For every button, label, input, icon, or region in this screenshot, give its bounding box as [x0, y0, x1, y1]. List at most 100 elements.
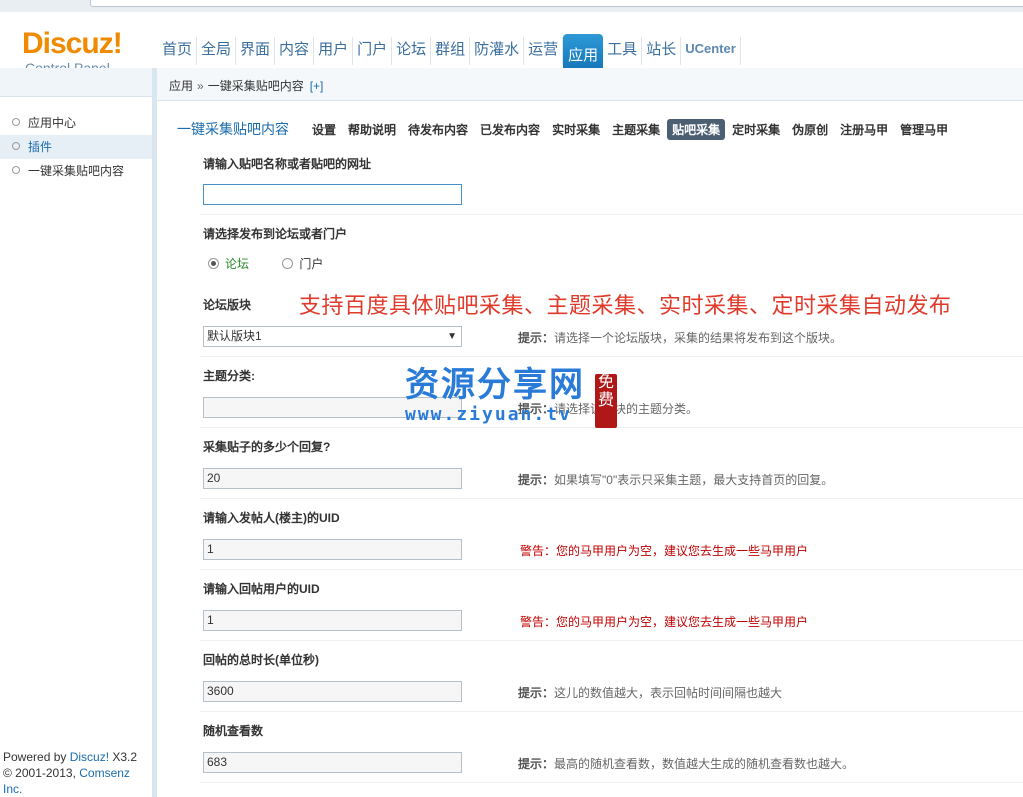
radio-portal-label: 门户	[299, 257, 324, 271]
replier-uid-input[interactable]: 1	[203, 610, 462, 631]
duration-tip-prefix: 提示：	[518, 686, 555, 700]
replies-input[interactable]: 20	[203, 468, 462, 489]
footer-brand-link[interactable]: Discuz!	[70, 750, 109, 764]
footer-version: X3.2	[109, 750, 138, 764]
nav-users[interactable]: 用户	[314, 37, 354, 65]
logo-brand: Discuz!	[22, 27, 123, 60]
watermark-url: www.ziyuan.tv	[405, 404, 572, 425]
page-title: 一键采集贴吧内容	[177, 121, 289, 137]
duration-tip: 提示：这儿的数值越大，表示回帖时间间隔也越大	[518, 684, 782, 701]
nav-apps[interactable]: 应用	[563, 34, 604, 70]
breadcrumb: 应用 » 一键采集贴吧内容 [+]	[169, 77, 323, 94]
row-poster-uid: 请输入发帖人(楼主)的UID 1 警告：您的马甲用户为空，建议您去生成一些马甲用…	[200, 499, 1023, 570]
nav-groups[interactable]: 群组	[431, 37, 471, 65]
radio-checked-icon	[208, 258, 219, 269]
views-input[interactable]: 683	[203, 752, 462, 773]
poster-uid-warning: 警告：您的马甲用户为空，建议您去生成一些马甲用户	[520, 544, 809, 558]
add-shortcut-button[interactable]: [+]	[310, 79, 324, 93]
publish-target-radios: 论坛 门户	[208, 255, 353, 272]
footer-copyright: © 2001-2013,	[3, 766, 80, 780]
tab-tieba[interactable]: 贴吧采集	[667, 118, 726, 140]
sidebar-item-plugins[interactable]: 插件	[0, 135, 152, 159]
row-replies: 采集贴子的多少个回复? 20 提示：如果填写"0"表示只采集主题，最大支持首页的…	[200, 428, 1023, 499]
plugin-subnav: 一键采集贴吧内容 设置 帮助说明 待发布内容 已发布内容 实时采集 主题采集 贴…	[177, 118, 955, 140]
replies-tip-text: 如果填写"0"表示只采集主题，最大支持首页的回复。	[554, 473, 834, 487]
sidebar-item-tieba-collector[interactable]: 一键采集贴吧内容	[0, 159, 152, 183]
views-tip-prefix: 提示：	[518, 757, 555, 771]
views-label: 随机查看数	[203, 724, 264, 738]
row-views: 随机查看数 683 提示：最高的随机查看数，数值越大生成的随机查看数也越大。	[200, 712, 1023, 783]
row-publish-target: 请选择发布到论坛或者门户 论坛 门户	[200, 215, 1023, 285]
tab-rewrite[interactable]: 伪原创	[787, 119, 833, 140]
bullet-icon	[12, 166, 20, 174]
row-replier-uid: 请输入回帖用户的UID 1 警告：您的马甲用户为空，建议您去生成一些马甲用户	[200, 570, 1023, 641]
sidebar-item-app-center[interactable]: 应用中心	[0, 111, 152, 135]
board-tip-prefix: 提示：	[518, 331, 555, 345]
replies-tip: 提示：如果填写"0"表示只采集主题，最大支持首页的回复。	[518, 471, 833, 488]
nav-operations[interactable]: 运营	[524, 37, 564, 65]
nav-tools[interactable]: 工具	[603, 37, 643, 65]
tab-realtime[interactable]: 实时采集	[547, 119, 605, 140]
tab-register-sockpuppets[interactable]: 注册马甲	[835, 119, 893, 140]
category-label: 主题分类:	[203, 369, 255, 383]
tab-help[interactable]: 帮助说明	[343, 119, 401, 140]
sidebar-menu: 应用中心 插件 一键采集贴吧内容	[0, 111, 152, 183]
tab-settings[interactable]: 设置	[307, 119, 341, 140]
duration-label: 回帖的总时长(单位秒)	[203, 653, 319, 667]
bullet-icon	[12, 118, 20, 126]
top-nav: 首页 全局 界面 内容 用户 门户 论坛 群组 防灌水 运营 应用 工具 站长 …	[158, 34, 741, 70]
nav-ucenter[interactable]: UCenter	[681, 37, 741, 65]
board-tip-text: 请选择一个论坛版块，采集的结果将发布到这个版块。	[554, 331, 843, 345]
replier-uid-label: 请输入回帖用户的UID	[203, 582, 320, 596]
tab-published[interactable]: 已发布内容	[475, 119, 545, 140]
board-selected-value: 默认版块1	[207, 329, 262, 343]
row-tieba: 请输入贴吧名称或者贴吧的网址	[200, 148, 1023, 215]
breadcrumb-separator: »	[197, 79, 204, 93]
nav-forum[interactable]: 论坛	[392, 37, 432, 65]
sidebar-item-label: 一键采集贴吧内容	[28, 164, 125, 178]
board-label: 论坛版块	[203, 298, 252, 312]
footer-powered: Powered by	[3, 750, 70, 764]
nav-interface[interactable]: 界面	[236, 37, 276, 65]
admin-header: Discuz! Control Panel 首页 全局 界面 内容 用户 门户 …	[0, 12, 1023, 80]
radio-forum[interactable]: 论坛	[208, 255, 249, 272]
tab-manage-sockpuppets[interactable]: 管理马甲	[895, 119, 953, 140]
nav-content[interactable]: 内容	[275, 37, 315, 65]
tieba-input[interactable]	[203, 184, 462, 205]
nav-global[interactable]: 全局	[197, 37, 237, 65]
radio-forum-label: 论坛	[225, 257, 250, 271]
replies-label: 采集贴子的多少个回复?	[203, 440, 331, 454]
replier-uid-warning: 警告：您的马甲用户为空，建议您去生成一些马甲用户	[520, 615, 809, 629]
browser-url-bar	[0, 0, 1023, 12]
sidebar-footer: Powered by Discuz! X3.2 © 2001-2013, Com…	[3, 749, 152, 797]
nav-antispam[interactable]: 防灌水	[470, 37, 525, 65]
watermark-seal: 免费	[595, 374, 617, 428]
breadcrumb-current: 一键采集贴吧内容	[207, 79, 304, 93]
sidebar-item-label: 应用中心	[28, 116, 77, 130]
publish-target-label: 请选择发布到论坛或者门户	[203, 227, 348, 241]
tab-pending[interactable]: 待发布内容	[403, 119, 473, 140]
poster-uid-input[interactable]: 1	[203, 539, 462, 560]
nav-portal[interactable]: 门户	[353, 37, 393, 65]
bullet-icon	[12, 142, 20, 150]
board-select[interactable]: 默认版块1 ▼	[203, 326, 462, 347]
views-tip: 提示：最高的随机查看数，数值越大生成的随机查看数也越大。	[518, 755, 854, 772]
row-duration: 回帖的总时长(单位秒) 3600 提示：这儿的数值越大，表示回帖时间间隔也越大	[200, 641, 1023, 712]
nav-webmaster[interactable]: 站长	[642, 37, 682, 65]
watermark-title: 资源分享网	[405, 365, 585, 405]
breadcrumb-root[interactable]: 应用	[169, 79, 193, 93]
duration-input[interactable]: 3600	[203, 681, 462, 702]
radio-portal[interactable]: 门户	[282, 255, 323, 272]
dropdown-arrow-icon: ▼	[447, 331, 457, 342]
sidebar: 应用中心 插件 一键采集贴吧内容 Powered by Discuz! X3.2…	[0, 68, 157, 797]
duration-tip-text: 这儿的数值越大，表示回帖时间间隔也越大	[554, 686, 783, 700]
radio-unchecked-icon	[282, 258, 294, 269]
replies-tip-prefix: 提示：	[518, 473, 555, 487]
nav-home[interactable]: 首页	[158, 37, 198, 65]
tab-scheduled[interactable]: 定时采集	[727, 119, 785, 140]
breadcrumb-bar: 应用 » 一键采集贴吧内容 [+]	[157, 68, 1023, 101]
watermark: 资源分享网 www.ziyuan.tv 免费	[405, 365, 617, 428]
tab-topic[interactable]: 主题采集	[607, 119, 665, 140]
browser-url-field[interactable]	[90, 0, 1023, 7]
board-tip: 提示：请选择一个论坛版块，采集的结果将发布到这个版块。	[518, 329, 842, 346]
